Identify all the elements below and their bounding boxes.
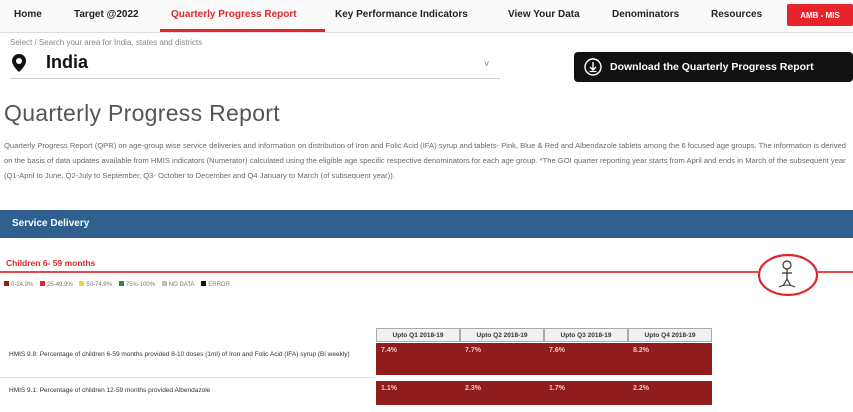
legend-swatch — [79, 281, 85, 286]
section-divider — [0, 271, 758, 273]
table-cell[interactable]: 7.4% — [376, 343, 461, 375]
legend-swatch — [40, 281, 46, 286]
legend-item: ERROR — [201, 281, 230, 288]
nav-item-key-performance-indicators[interactable]: Key Performance Indicators — [335, 9, 468, 20]
amb-mis-button[interactable]: AMB - MIS — [787, 4, 853, 26]
legend-item: 0-24.9% — [4, 281, 34, 288]
service-delivery-label: Service Delivery — [12, 218, 90, 229]
active-tab-underline — [160, 29, 325, 32]
legend-label: ERROR — [208, 282, 230, 288]
legend-item: 75%-100% — [118, 281, 156, 288]
table-cell[interactable]: 7.7% — [460, 343, 545, 375]
chevron-down-icon[interactable]: ˅ — [484, 59, 489, 69]
table-cell[interactable]: 1.1% — [376, 381, 461, 405]
area-breadcrumb: Select / Search your area for India, sta… — [10, 38, 203, 47]
cell-value: 7.6% — [549, 347, 565, 354]
section-divider-right — [818, 271, 853, 273]
legend-swatch — [161, 281, 167, 286]
table-row-label: HMIS 9.8: Percentage of children 6-59 mo… — [9, 351, 350, 358]
cell-value: 2.2% — [633, 385, 649, 392]
legend-item: NO DATA — [161, 281, 195, 288]
legend-item: 50-74.9% — [79, 281, 113, 288]
location-pin-icon — [12, 54, 26, 72]
legend-label: 0-24.9% — [11, 282, 34, 288]
nav-item-home[interactable]: Home — [14, 9, 42, 20]
column-header-q1: Upto Q1 2018-19 — [376, 328, 460, 342]
column-header-q4: Upto Q4 2018-19 — [628, 328, 712, 342]
table-cell[interactable]: 2.3% — [460, 381, 545, 405]
download-report-label: Download the Quarterly Progress Report — [610, 61, 814, 73]
nav-item-resources[interactable]: Resources — [711, 9, 762, 20]
table-cell[interactable]: 1.7% — [544, 381, 629, 405]
cell-value: 8.2% — [633, 347, 649, 354]
service-delivery-bar[interactable]: Service Delivery — [0, 210, 853, 238]
nav-item-quarterly-progress-report[interactable]: Quarterly Progress Report — [171, 9, 297, 20]
nav-item-target-2022[interactable]: Target @2022 — [74, 9, 139, 20]
download-icon — [584, 58, 602, 76]
nav-item-view-your-data[interactable]: View Your Data — [508, 9, 580, 20]
legend-swatch — [118, 281, 124, 286]
download-report-button[interactable]: Download the Quarterly Progress Report — [574, 52, 853, 82]
nav-item-denominators[interactable]: Denominators — [612, 9, 679, 20]
cell-value: 1.7% — [549, 385, 565, 392]
legend-label: 75%-100% — [125, 282, 156, 288]
area-select-value[interactable]: India — [46, 52, 88, 73]
table-cell[interactable]: 2.2% — [628, 381, 713, 405]
child-emblem-icon — [757, 253, 819, 297]
area-select-underline — [10, 78, 500, 79]
legend-label: NO DATA — [168, 282, 195, 288]
cell-value: 1.1% — [381, 385, 397, 392]
legend-label: 25-49.9% — [47, 282, 73, 288]
section-title: Children 6- 59 months — [6, 258, 96, 268]
cell-value: 7.4% — [381, 347, 397, 354]
column-header-q3: Upto Q3 2018-19 — [544, 328, 628, 342]
page-description: Quarterly Progress Report (QPR) on age-g… — [4, 141, 846, 180]
legend-swatch — [201, 281, 207, 286]
table-row-label: HMIS 9.1: Percentage of children 12-59 m… — [9, 387, 211, 394]
legend-label: 50-74.9% — [86, 282, 113, 288]
top-navigation: Home Target @2022 Quarterly Progress Rep… — [0, 0, 853, 33]
row-separator — [0, 377, 376, 378]
cell-value: 7.7% — [465, 347, 481, 354]
column-header-q2: Upto Q2 2018-19 — [460, 328, 544, 342]
legend-swatch — [4, 281, 9, 286]
cell-value: 2.3% — [465, 385, 481, 392]
page-title: Quarterly Progress Report — [4, 100, 280, 126]
legend-item: 25-49.9% — [40, 281, 73, 288]
table-cell[interactable]: 7.6% — [544, 343, 629, 375]
table-cell[interactable]: 8.2% — [628, 343, 713, 375]
legend: 0-24.9% 25-49.9% 50-74.9% 75%-100% NO DA… — [4, 281, 235, 288]
